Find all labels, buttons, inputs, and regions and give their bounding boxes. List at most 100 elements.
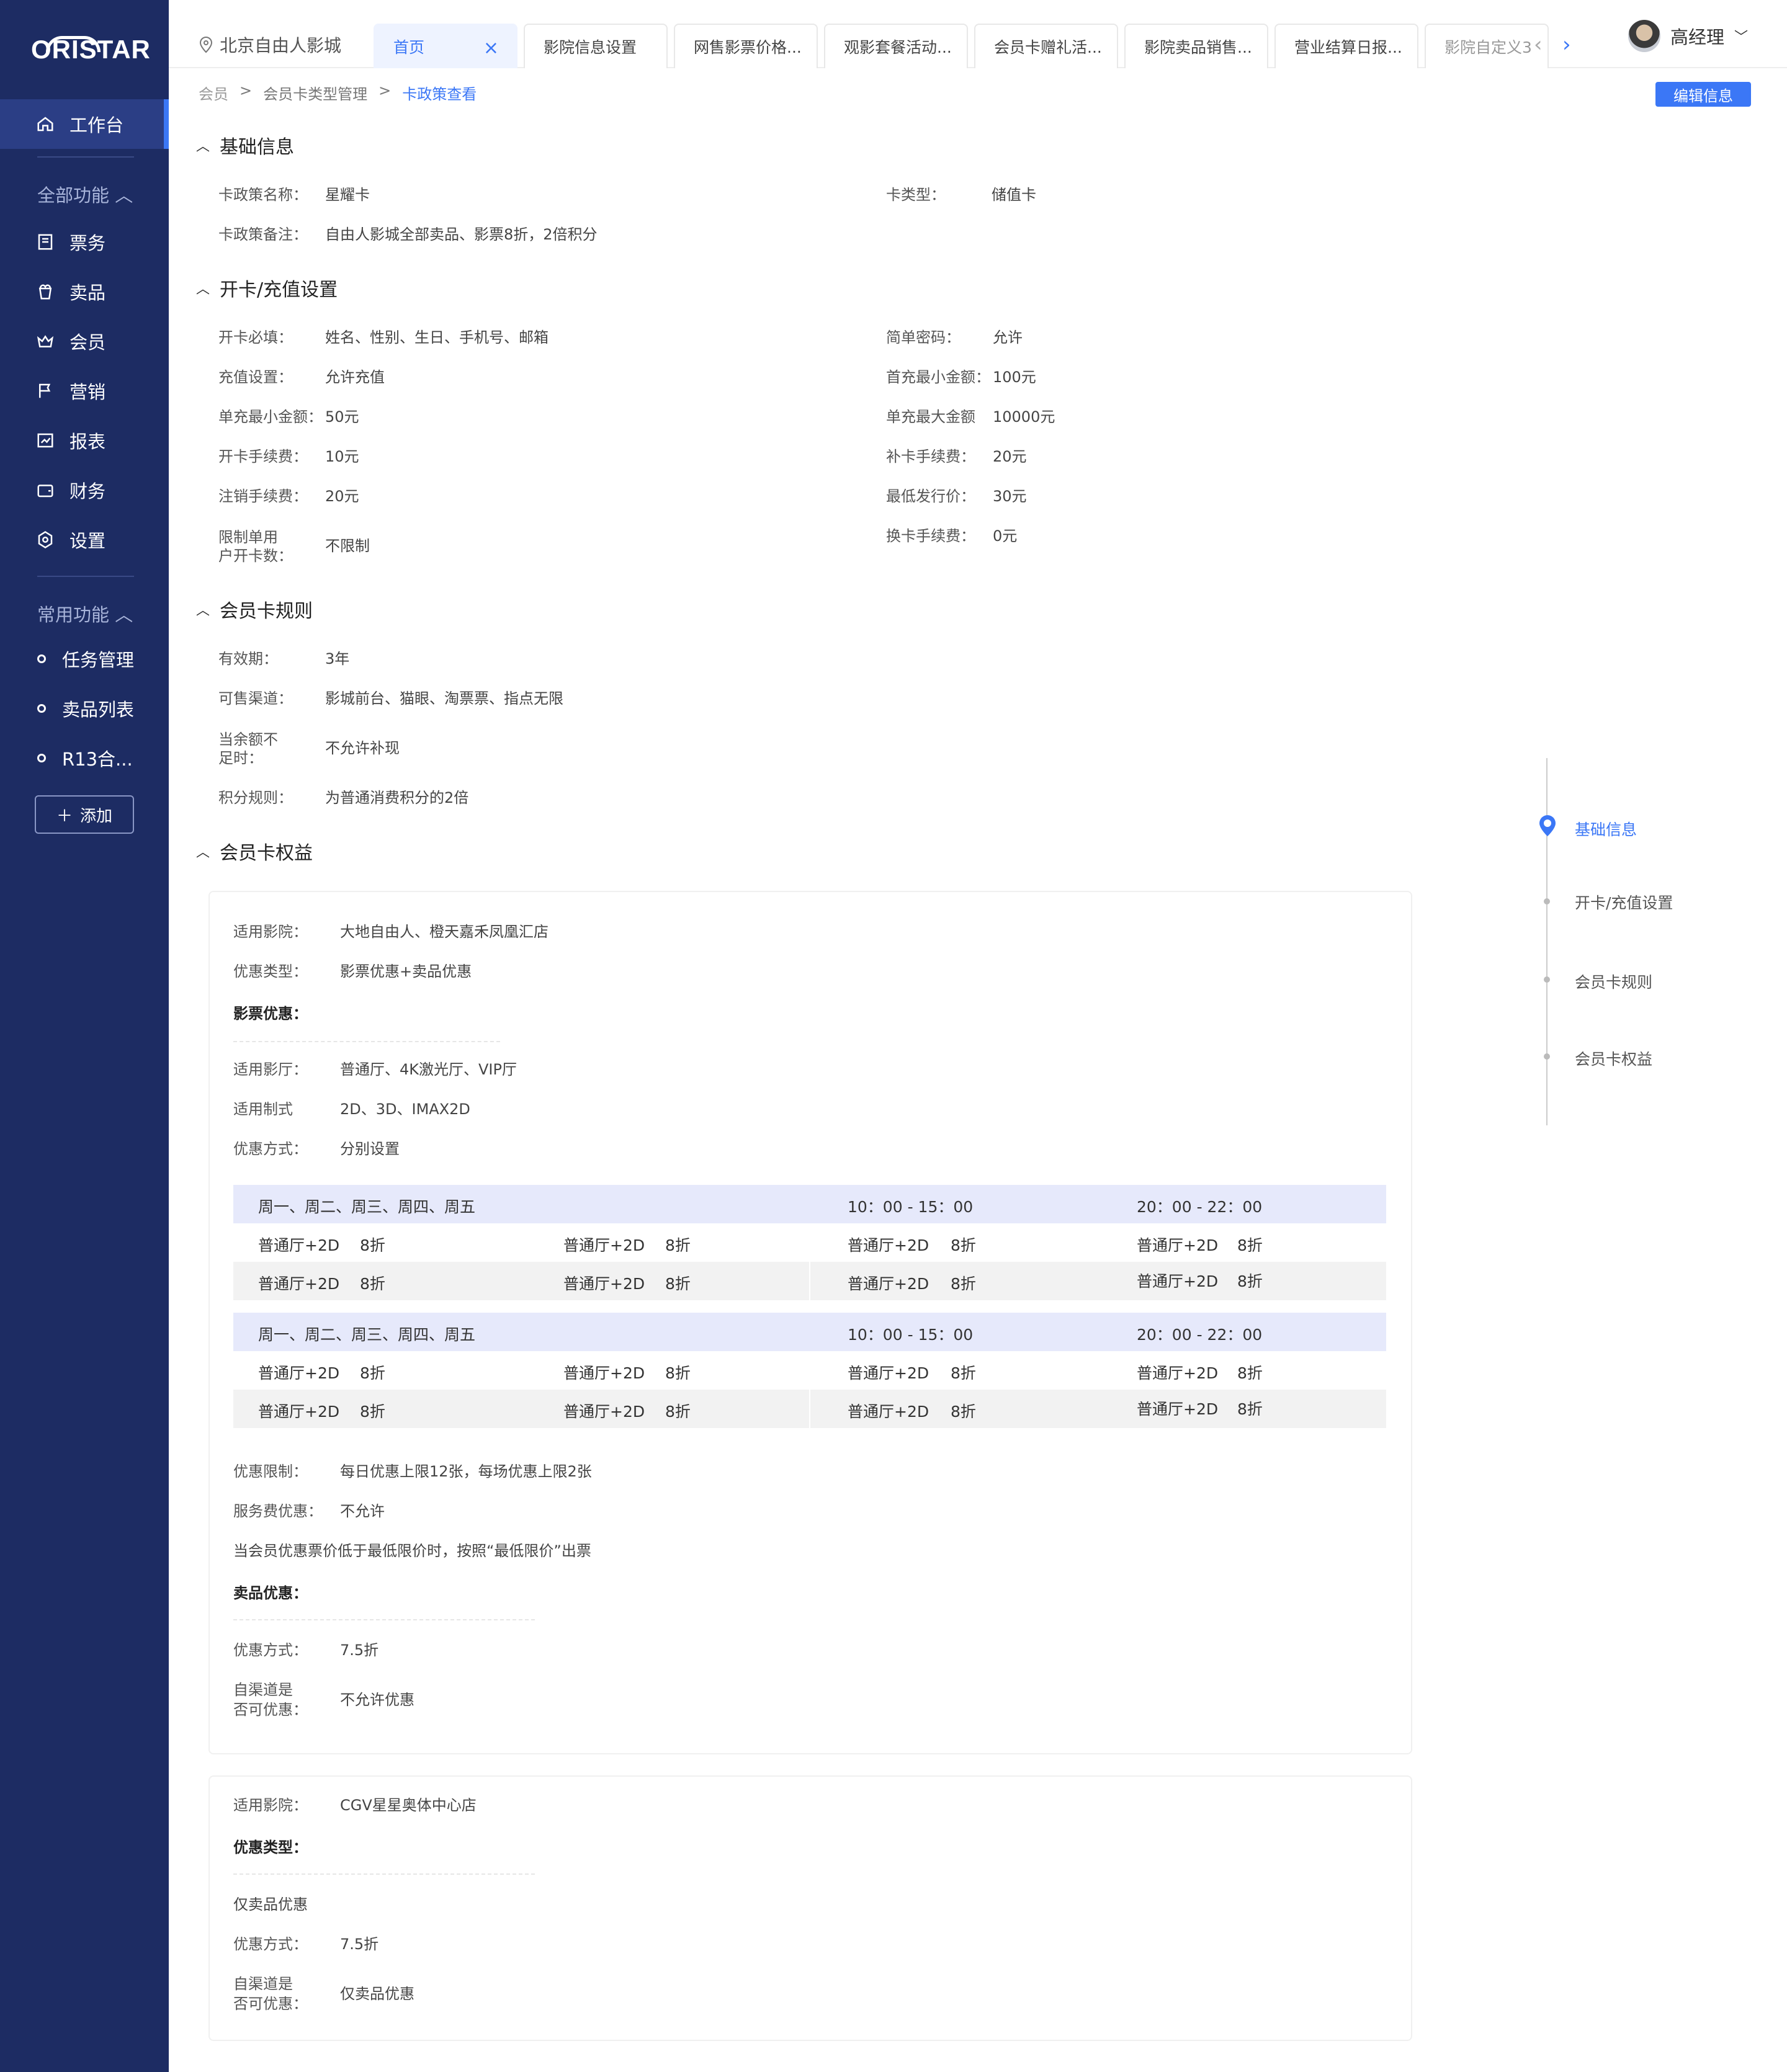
field-label: 积分规则： [218, 789, 293, 806]
sidebar-item-marketing[interactable]: 营销 [0, 372, 169, 409]
sidebar-item-concession-list[interactable]: 卖品列表 [0, 690, 169, 727]
tab-custom[interactable]: 影院自定义3 [1425, 24, 1549, 68]
sidebar-item-members[interactable]: 会员 [0, 323, 169, 360]
column-divider [809, 1390, 810, 1428]
field-label: 补卡手续费： [886, 448, 975, 465]
field-label: 开卡必填： [218, 329, 293, 346]
lowest-price-note: 当会员优惠票价低于最低限价时，按照“最低限价”出票 [233, 1542, 591, 1560]
field-label: 简单密码： [886, 329, 961, 346]
table-row: 普通厅+2D 8折 普通厅+2D 8折 普通厅+2D 8折 普通厅+2D 8折 [233, 1223, 1386, 1262]
user-menu[interactable]: 高经理 ﹀ [1628, 20, 1748, 52]
table-cell: 普通厅+2D [1137, 1272, 1219, 1290]
chevron-down-icon: ﹀ [1734, 30, 1749, 45]
field-label: 服务费优惠： [233, 1503, 323, 1520]
circle-icon [37, 654, 46, 663]
field-value: 允许 [993, 329, 1023, 346]
tab-concession-sales[interactable]: 影院卖品销售... [1124, 24, 1268, 68]
chevron-right-icon[interactable]: › [1562, 32, 1571, 57]
add-button[interactable]: ＋ 添加 [35, 795, 134, 834]
anchor-dot [1544, 1053, 1550, 1060]
field-value: 大地自由人、橙天嘉禾凤凰汇店 [340, 923, 549, 940]
circle-icon [37, 754, 46, 762]
circle-icon [37, 704, 46, 713]
table-cell: 8折 [1237, 1272, 1263, 1290]
sidebar: ORISTAR 工作台 全部功能 ︿ 票务 卖品 会员 营销 报表 财务 设置 … [0, 0, 169, 2072]
field-label: 可售渠道： [218, 690, 293, 707]
divider [233, 1619, 535, 1620]
field-value: 10000元 [993, 408, 1055, 426]
field-value: 为普通消费积分的2倍 [325, 789, 469, 806]
sidebar-item-settings[interactable]: 设置 [0, 521, 169, 558]
section-header-rules[interactable]: ︿ 会员卡规则 [196, 596, 313, 623]
chevron-up-icon: ︿ [115, 604, 133, 625]
breadcrumb-item[interactable]: 会员 [199, 82, 228, 104]
edit-info-button[interactable]: 编辑信息 [1655, 82, 1751, 107]
sidebar-item-reports[interactable]: 报表 [0, 422, 169, 459]
sidebar-item-label: 任务管理 [62, 650, 135, 671]
anchor-card-benefits[interactable]: 会员卡权益 [1575, 1047, 1652, 1069]
tab-card-gift[interactable]: 会员卡赠礼活... [974, 24, 1118, 68]
field-value: 不允许优惠 [340, 1691, 414, 1708]
field-label: 当余额不 [218, 731, 278, 748]
field-value: 0元 [993, 527, 1018, 545]
chevron-up-icon: ︿ [196, 845, 210, 860]
close-icon[interactable]: × [483, 37, 499, 59]
field-label: 适用影厅： [233, 1061, 308, 1078]
flag-icon [39, 383, 51, 398]
breadcrumb-item[interactable]: 会员卡类型管理 [263, 82, 367, 104]
table-cell: 普通厅+2D [848, 1275, 929, 1293]
table-cell: 8折 [1237, 1400, 1263, 1418]
field-label: 首充最小金额： [886, 368, 990, 386]
anchor-basic-info[interactable]: 基础信息 [1575, 818, 1637, 840]
field-label: 否可优惠： [233, 1701, 308, 1718]
table-cell: 8折 [951, 1364, 976, 1382]
field-label: 自渠道是 [233, 1681, 293, 1699]
breadcrumb-current: 卡政策查看 [402, 86, 477, 103]
sidebar-item-concessions[interactable]: 卖品 [0, 273, 169, 310]
section-header-benefits[interactable]: ︿ 会员卡权益 [196, 837, 313, 865]
sidebar-workbench-row[interactable]: 工作台 [0, 105, 169, 143]
schedule-days: 周一、周二、周三、周四、周五 [258, 1326, 476, 1344]
sidebar-item-label: 票务 [69, 233, 106, 254]
report-icon [37, 433, 53, 448]
section-header-basic[interactable]: ︿ 基础信息 [196, 132, 294, 159]
common-functions-label: 常用功能 [37, 604, 110, 625]
table-cell: 8折 [360, 1364, 385, 1382]
tab-package-activity[interactable]: 观影套餐活动... [824, 24, 968, 68]
all-functions-toggle[interactable]: 全部功能 ︿ [37, 181, 133, 207]
sidebar-item-r13[interactable]: R13合... [0, 739, 169, 777]
tab-online-price[interactable]: 网售影票价格... [674, 24, 818, 68]
field-value: 20元 [993, 448, 1027, 465]
field-value: 姓名、性别、生日、手机号、邮箱 [325, 329, 549, 346]
field-value: 不允许 [340, 1503, 385, 1520]
field-label: 有效期： [218, 650, 278, 668]
tab-cinema-info[interactable]: 影院信息设置 [524, 24, 668, 68]
tab-daily-report[interactable]: 营业结算日报... [1274, 24, 1418, 68]
ticket-icon [38, 234, 53, 250]
table-row: 普通厅+2D 8折 普通厅+2D 8折 普通厅+2D 8折 普通厅+2D 8折 [233, 1390, 1386, 1428]
section-title: 基础信息 [220, 136, 295, 158]
sidebar-item-finance[interactable]: 财务 [0, 471, 169, 509]
field-label: 充值设置： [218, 368, 293, 386]
chevron-left-icon[interactable]: ‹ [1534, 32, 1543, 57]
anchor-open-recharge[interactable]: 开卡/充值设置 [1575, 891, 1673, 913]
common-functions-toggle[interactable]: 常用功能 ︿ [37, 601, 133, 627]
section-header-open[interactable]: ︿ 开卡/充值设置 [196, 274, 338, 301]
table-cell: 8折 [665, 1403, 691, 1421]
location-pin-icon [1539, 815, 1556, 836]
field-value: 2D、3D、IMAX2D [340, 1101, 470, 1118]
tab-label: 营业结算日报... [1294, 38, 1402, 56]
location-selector[interactable]: 北京自由人影城 [199, 32, 341, 57]
sidebar-item-tickets[interactable]: 票务 [0, 223, 169, 261]
schedule-time: 20：00 - 22：00 [1137, 1326, 1263, 1344]
field-value: 影城前台、猫眼、淘票票、指点无限 [325, 690, 563, 707]
tab-label: 影院自定义3 [1444, 38, 1532, 56]
field-value: 20元 [325, 488, 359, 505]
table-cell: 普通厅+2D [563, 1403, 645, 1421]
sidebar-item-task-management[interactable]: 任务管理 [0, 640, 169, 677]
avatar [1628, 20, 1660, 52]
field-label: 卡类型： [886, 186, 946, 203]
tab-home[interactable]: 首页 × [374, 24, 517, 68]
anchor-card-rules[interactable]: 会员卡规则 [1575, 970, 1652, 993]
divider [233, 1041, 500, 1042]
